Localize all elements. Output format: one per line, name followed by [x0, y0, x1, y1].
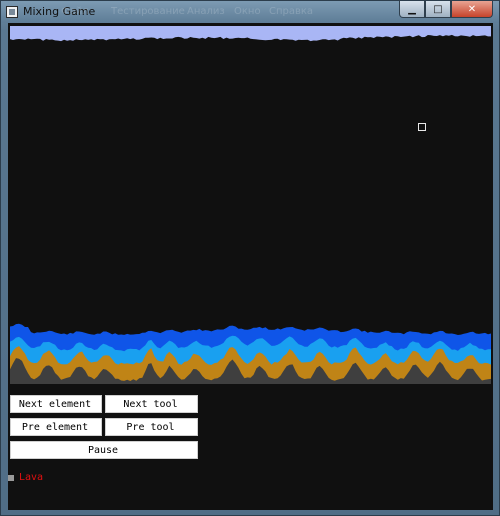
- pause-button[interactable]: Pause: [10, 441, 198, 459]
- window-controls: ▁ □ ✕: [399, 1, 493, 18]
- close-button[interactable]: ✕: [451, 1, 493, 18]
- current-element-label: Lava: [19, 472, 44, 483]
- app-icon: [6, 6, 18, 18]
- prev-element-button[interactable]: Pre element: [10, 418, 102, 436]
- minimize-button[interactable]: ▁: [399, 1, 425, 18]
- maximize-icon: □: [433, 3, 443, 15]
- simulation-canvas[interactable]: [10, 26, 491, 384]
- title-bar[interactable]: Mixing Game Файл Тестирование Анализ Окн…: [1, 1, 499, 23]
- simulation-svg: [10, 26, 491, 384]
- element-swatch-icon: [8, 474, 14, 481]
- ghost-menu-item: Файл: [61, 6, 89, 17]
- prev-tool-button[interactable]: Pre tool: [105, 418, 198, 436]
- next-element-button[interactable]: Next element: [10, 395, 102, 413]
- next-tool-button[interactable]: Next tool: [105, 395, 198, 413]
- ghost-menu-item: Анализ: [187, 6, 225, 17]
- brush-cursor: [418, 123, 426, 131]
- ghost-menu-item: Окно: [234, 6, 261, 17]
- ghost-menu-item: Справка: [269, 6, 314, 17]
- ghost-menu-item: Тестирование: [111, 6, 185, 17]
- client-area: Next element Next tool Pre element Pre t…: [8, 23, 493, 510]
- close-icon: ✕: [467, 3, 477, 15]
- app-window: Mixing Game Файл Тестирование Анализ Окн…: [0, 0, 500, 516]
- current-element-indicator: Lava: [8, 472, 43, 483]
- maximize-button[interactable]: □: [425, 1, 451, 18]
- minimize-icon: ▁: [408, 3, 416, 15]
